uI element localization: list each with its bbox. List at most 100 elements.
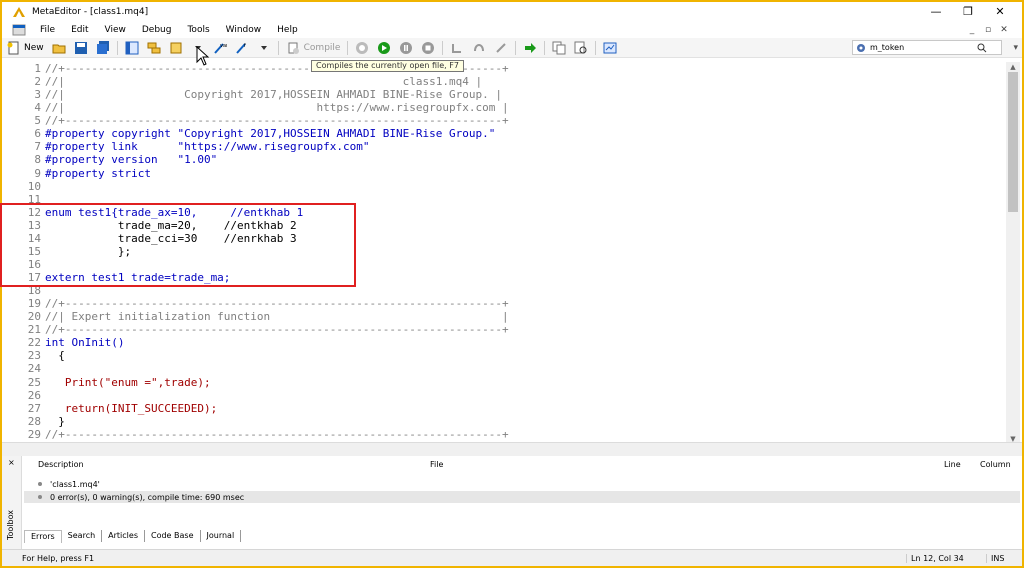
start-debug-icon[interactable] bbox=[375, 40, 393, 56]
mdi-restore-button[interactable]: ▫ bbox=[980, 25, 996, 35]
insert-icon[interactable] bbox=[167, 40, 185, 56]
menu-debug[interactable]: Debug bbox=[134, 25, 180, 35]
restore-button[interactable]: ❐ bbox=[952, 2, 984, 22]
metaeditor-app-icon bbox=[13, 7, 25, 17]
save-all-icon[interactable] bbox=[94, 40, 112, 56]
tab-errors[interactable]: Errors bbox=[24, 529, 62, 543]
column-description[interactable]: Description bbox=[38, 460, 84, 469]
code-line[interactable]: 6 #property copyright "Copyright 2017,HOS… bbox=[24, 127, 1006, 140]
list-item[interactable]: 0 error(s), 0 warning(s), compile time: … bbox=[24, 491, 1020, 503]
pause-icon[interactable] bbox=[397, 40, 415, 56]
menu-view[interactable]: View bbox=[97, 25, 134, 35]
line-number: 10 bbox=[27, 179, 41, 193]
open-folder-icon[interactable] bbox=[50, 40, 68, 56]
tab-journal[interactable]: Journal bbox=[201, 530, 242, 542]
code-line[interactable]: 1//+------------------------------------… bbox=[24, 62, 1006, 75]
menu-window[interactable]: Window bbox=[218, 25, 270, 35]
code-line[interactable]: 20 //| Expert initialization function | bbox=[24, 310, 1006, 323]
code-line[interactable]: 10 bbox=[24, 180, 1006, 193]
code-line[interactable]: 27 return(INIT_SUCCEEDED); bbox=[24, 402, 1006, 415]
code-line[interactable]: 22 int OnInit() bbox=[24, 336, 1006, 349]
horizontal-scrollbar[interactable] bbox=[2, 442, 1022, 456]
mdi-close-button[interactable]: ✕ bbox=[996, 25, 1012, 35]
mdi-minimize-button[interactable]: _ bbox=[964, 25, 980, 35]
code-line[interactable]: 5 //+------------------------------------… bbox=[24, 114, 1006, 127]
search-icon[interactable] bbox=[977, 43, 987, 53]
debug-settings-icon[interactable] bbox=[353, 40, 371, 56]
list-item[interactable]: 'class1.mq4' bbox=[24, 478, 1020, 490]
line-number: 29 bbox=[27, 427, 41, 441]
copy-icon[interactable] bbox=[550, 40, 568, 56]
code-line[interactable]: 26 bbox=[24, 389, 1006, 402]
code-text: { bbox=[45, 349, 65, 363]
toolbox-close-button[interactable]: × bbox=[8, 458, 15, 467]
compile-icon[interactable] bbox=[284, 40, 302, 56]
new-button-label[interactable]: New bbox=[24, 43, 44, 53]
navigator-icon[interactable] bbox=[123, 40, 141, 56]
compile-button-label[interactable]: Compile bbox=[304, 43, 341, 53]
vertical-scrollbar[interactable]: ▲ ▼ bbox=[1006, 62, 1020, 443]
code-line[interactable]: 7 #property link "https://www.risegroupfx… bbox=[24, 140, 1006, 153]
code-line[interactable]: 9 #property strict bbox=[24, 167, 1006, 180]
find-in-files-icon[interactable] bbox=[572, 40, 590, 56]
code-line[interactable]: 3 //| Copyright 2017,HOSSEIN AHMADI BINE-… bbox=[24, 88, 1006, 101]
tab-articles[interactable]: Articles bbox=[102, 530, 145, 542]
terminal-icon[interactable] bbox=[601, 40, 619, 56]
cursor-position: Ln 12, Col 34 bbox=[906, 553, 986, 563]
code-text: //| Expert initialization function | bbox=[45, 310, 509, 324]
column-column[interactable]: Column bbox=[980, 460, 1011, 469]
code-line[interactable]: 4 //| https://www.risegroupfx.com | bbox=[24, 101, 1006, 114]
step-out-icon[interactable] bbox=[492, 40, 510, 56]
insert-mode: INS bbox=[986, 553, 1022, 563]
scrollbar-thumb[interactable] bbox=[1008, 72, 1018, 212]
menu-edit[interactable]: Edit bbox=[63, 25, 96, 35]
menu-help[interactable]: Help bbox=[269, 25, 306, 35]
code-line[interactable]: 19 //+-----------------------------------… bbox=[24, 297, 1006, 310]
step-over-icon[interactable] bbox=[470, 40, 488, 56]
line-number: 9 bbox=[34, 166, 41, 180]
function-icon[interactable]: f bbox=[233, 40, 251, 56]
toolbox-tabs: Errors Search Articles Code Base Journal bbox=[24, 528, 242, 544]
step-into-icon[interactable] bbox=[448, 40, 466, 56]
save-icon[interactable] bbox=[72, 40, 90, 56]
code-text: //| Copyright 2017,HOSSEIN AHMADI BINE-R… bbox=[45, 88, 502, 102]
code-text: //+-------------------------------------… bbox=[45, 427, 509, 441]
new-file-icon[interactable] bbox=[4, 40, 22, 56]
toolbox-icon[interactable] bbox=[145, 40, 163, 56]
menu-file[interactable]: File bbox=[32, 25, 63, 35]
minimize-button[interactable]: — bbox=[920, 2, 952, 22]
scroll-up-icon[interactable]: ▲ bbox=[1006, 62, 1020, 72]
code-line[interactable]: 25 Print("enum =",trade); bbox=[24, 376, 1006, 389]
info-icon bbox=[38, 495, 42, 499]
close-button[interactable]: ✕ bbox=[984, 2, 1016, 22]
line-number: 24 bbox=[27, 362, 41, 376]
toolbar-separator bbox=[595, 40, 597, 55]
toolbox-panel: × Toolbox Description File Line Column '… bbox=[2, 456, 1022, 549]
gear-icon[interactable] bbox=[856, 43, 866, 53]
code-line[interactable]: 23 { bbox=[24, 349, 1006, 362]
tab-code-base[interactable]: Code Base bbox=[145, 530, 201, 542]
document-icon bbox=[12, 24, 26, 36]
dropdown-arrow-icon-2[interactable] bbox=[255, 40, 273, 56]
search-input[interactable] bbox=[870, 43, 980, 52]
stop-icon[interactable] bbox=[419, 40, 437, 56]
code-line[interactable]: 2 //| class1.mq4 | bbox=[24, 75, 1006, 88]
menu-tools[interactable]: Tools bbox=[179, 25, 217, 35]
tab-search[interactable]: Search bbox=[62, 530, 103, 542]
variable-icon[interactable]: var bbox=[211, 40, 229, 56]
code-line[interactable]: 24 bbox=[24, 362, 1006, 375]
line-number: 19 bbox=[27, 297, 41, 311]
code-text: int OnInit() bbox=[45, 336, 125, 350]
code-line[interactable]: 8 #property version "1.00" bbox=[24, 153, 1006, 166]
toolbar-separator bbox=[116, 40, 118, 55]
code-line[interactable]: 28 } bbox=[24, 415, 1006, 428]
code-line[interactable]: 21 //+-----------------------------------… bbox=[24, 323, 1006, 336]
code-line[interactable]: 29 //+-----------------------------------… bbox=[24, 428, 1006, 441]
code-text: #property strict bbox=[45, 166, 151, 180]
column-line[interactable]: Line bbox=[944, 460, 961, 469]
column-file[interactable]: File bbox=[430, 460, 443, 469]
line-number: 27 bbox=[27, 401, 41, 415]
toolbar-overflow-icon[interactable]: ▾ bbox=[1013, 43, 1018, 53]
go-to-icon[interactable] bbox=[521, 40, 539, 56]
